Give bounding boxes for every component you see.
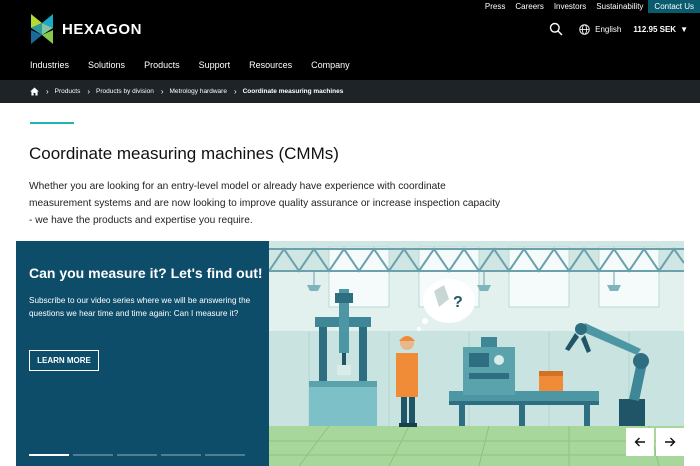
- hexagon-logo-mark-icon: [31, 14, 53, 44]
- hero-description: Subscribe to our video series where we w…: [29, 296, 251, 318]
- utility-link-sustainability[interactable]: Sustainability: [591, 0, 648, 13]
- nav-support[interactable]: Support: [199, 60, 231, 70]
- carousel-dot[interactable]: [205, 454, 245, 456]
- home-icon[interactable]: [30, 87, 39, 96]
- carousel-prev-button[interactable]: [626, 428, 654, 456]
- nav-products[interactable]: Products: [144, 60, 180, 70]
- brand-name: HEXAGON: [62, 20, 143, 38]
- chevron-right-icon: ›: [233, 87, 237, 96]
- chevron-right-icon: ›: [46, 87, 49, 96]
- carousel-indicators: [29, 454, 249, 456]
- utility-link-investors[interactable]: Investors: [549, 0, 591, 13]
- arrow-left-icon: [634, 437, 645, 447]
- utility-nav: Press Careers Investors Sustainability C…: [480, 0, 700, 13]
- nav-company[interactable]: Company: [311, 60, 350, 70]
- title-accent-line: [30, 122, 74, 124]
- hexagon-logo[interactable]: HEXAGON: [28, 14, 142, 44]
- nav-resources[interactable]: Resources: [249, 60, 292, 70]
- globe-icon[interactable]: [579, 23, 590, 35]
- factory-illustration: ?: [269, 241, 684, 466]
- hero-text-panel: Can you measure it? Let's find out! Subs…: [16, 241, 269, 466]
- carousel-dot[interactable]: [73, 454, 113, 456]
- hero-carousel: Can you measure it? Let's find out! Subs…: [16, 241, 684, 466]
- breadcrumb-products[interactable]: Products: [55, 88, 81, 95]
- language-selector[interactable]: English: [595, 25, 621, 34]
- bubble-question-mark: ?: [453, 294, 463, 311]
- carousel-dot[interactable]: [161, 454, 201, 456]
- nav-industries[interactable]: Industries: [30, 60, 69, 70]
- chevron-right-icon: ›: [160, 87, 164, 96]
- learn-more-button[interactable]: LEARN MORE: [29, 350, 99, 371]
- page-title: Coordinate measuring machines (CMMs): [29, 144, 339, 163]
- arrow-right-icon: [665, 437, 676, 447]
- carousel-dot[interactable]: [29, 454, 69, 456]
- hero-title: Can you measure it? Let's find out!: [29, 265, 263, 281]
- chevron-right-icon: ›: [87, 87, 90, 96]
- breadcrumb-metrology-hardware[interactable]: Metrology hardware: [169, 88, 226, 95]
- carousel-dot[interactable]: [117, 454, 157, 456]
- contact-us-link[interactable]: Contact Us: [648, 0, 700, 13]
- intro-paragraph: Whether you are looking for an entry-lev…: [29, 181, 501, 226]
- utility-link-press[interactable]: Press: [480, 0, 510, 13]
- breadcrumb: › Products › Products by division › Metr…: [0, 80, 700, 103]
- nav-solutions[interactable]: Solutions: [88, 60, 125, 70]
- utility-link-careers[interactable]: Careers: [510, 0, 548, 13]
- search-icon[interactable]: [549, 22, 563, 36]
- main-nav: Industries Solutions Products Support Re…: [30, 60, 369, 70]
- caret-down-icon[interactable]: ▼: [680, 25, 688, 34]
- header-tools: English 112.95 SEK ▼: [549, 22, 688, 36]
- breadcrumb-current: Coordinate measuring machines: [242, 88, 344, 95]
- site-header: Press Careers Investors Sustainability C…: [0, 0, 700, 80]
- stock-price[interactable]: 112.95 SEK: [633, 25, 676, 34]
- carousel-next-button[interactable]: [656, 428, 684, 456]
- breadcrumb-products-by-division[interactable]: Products by division: [96, 88, 154, 95]
